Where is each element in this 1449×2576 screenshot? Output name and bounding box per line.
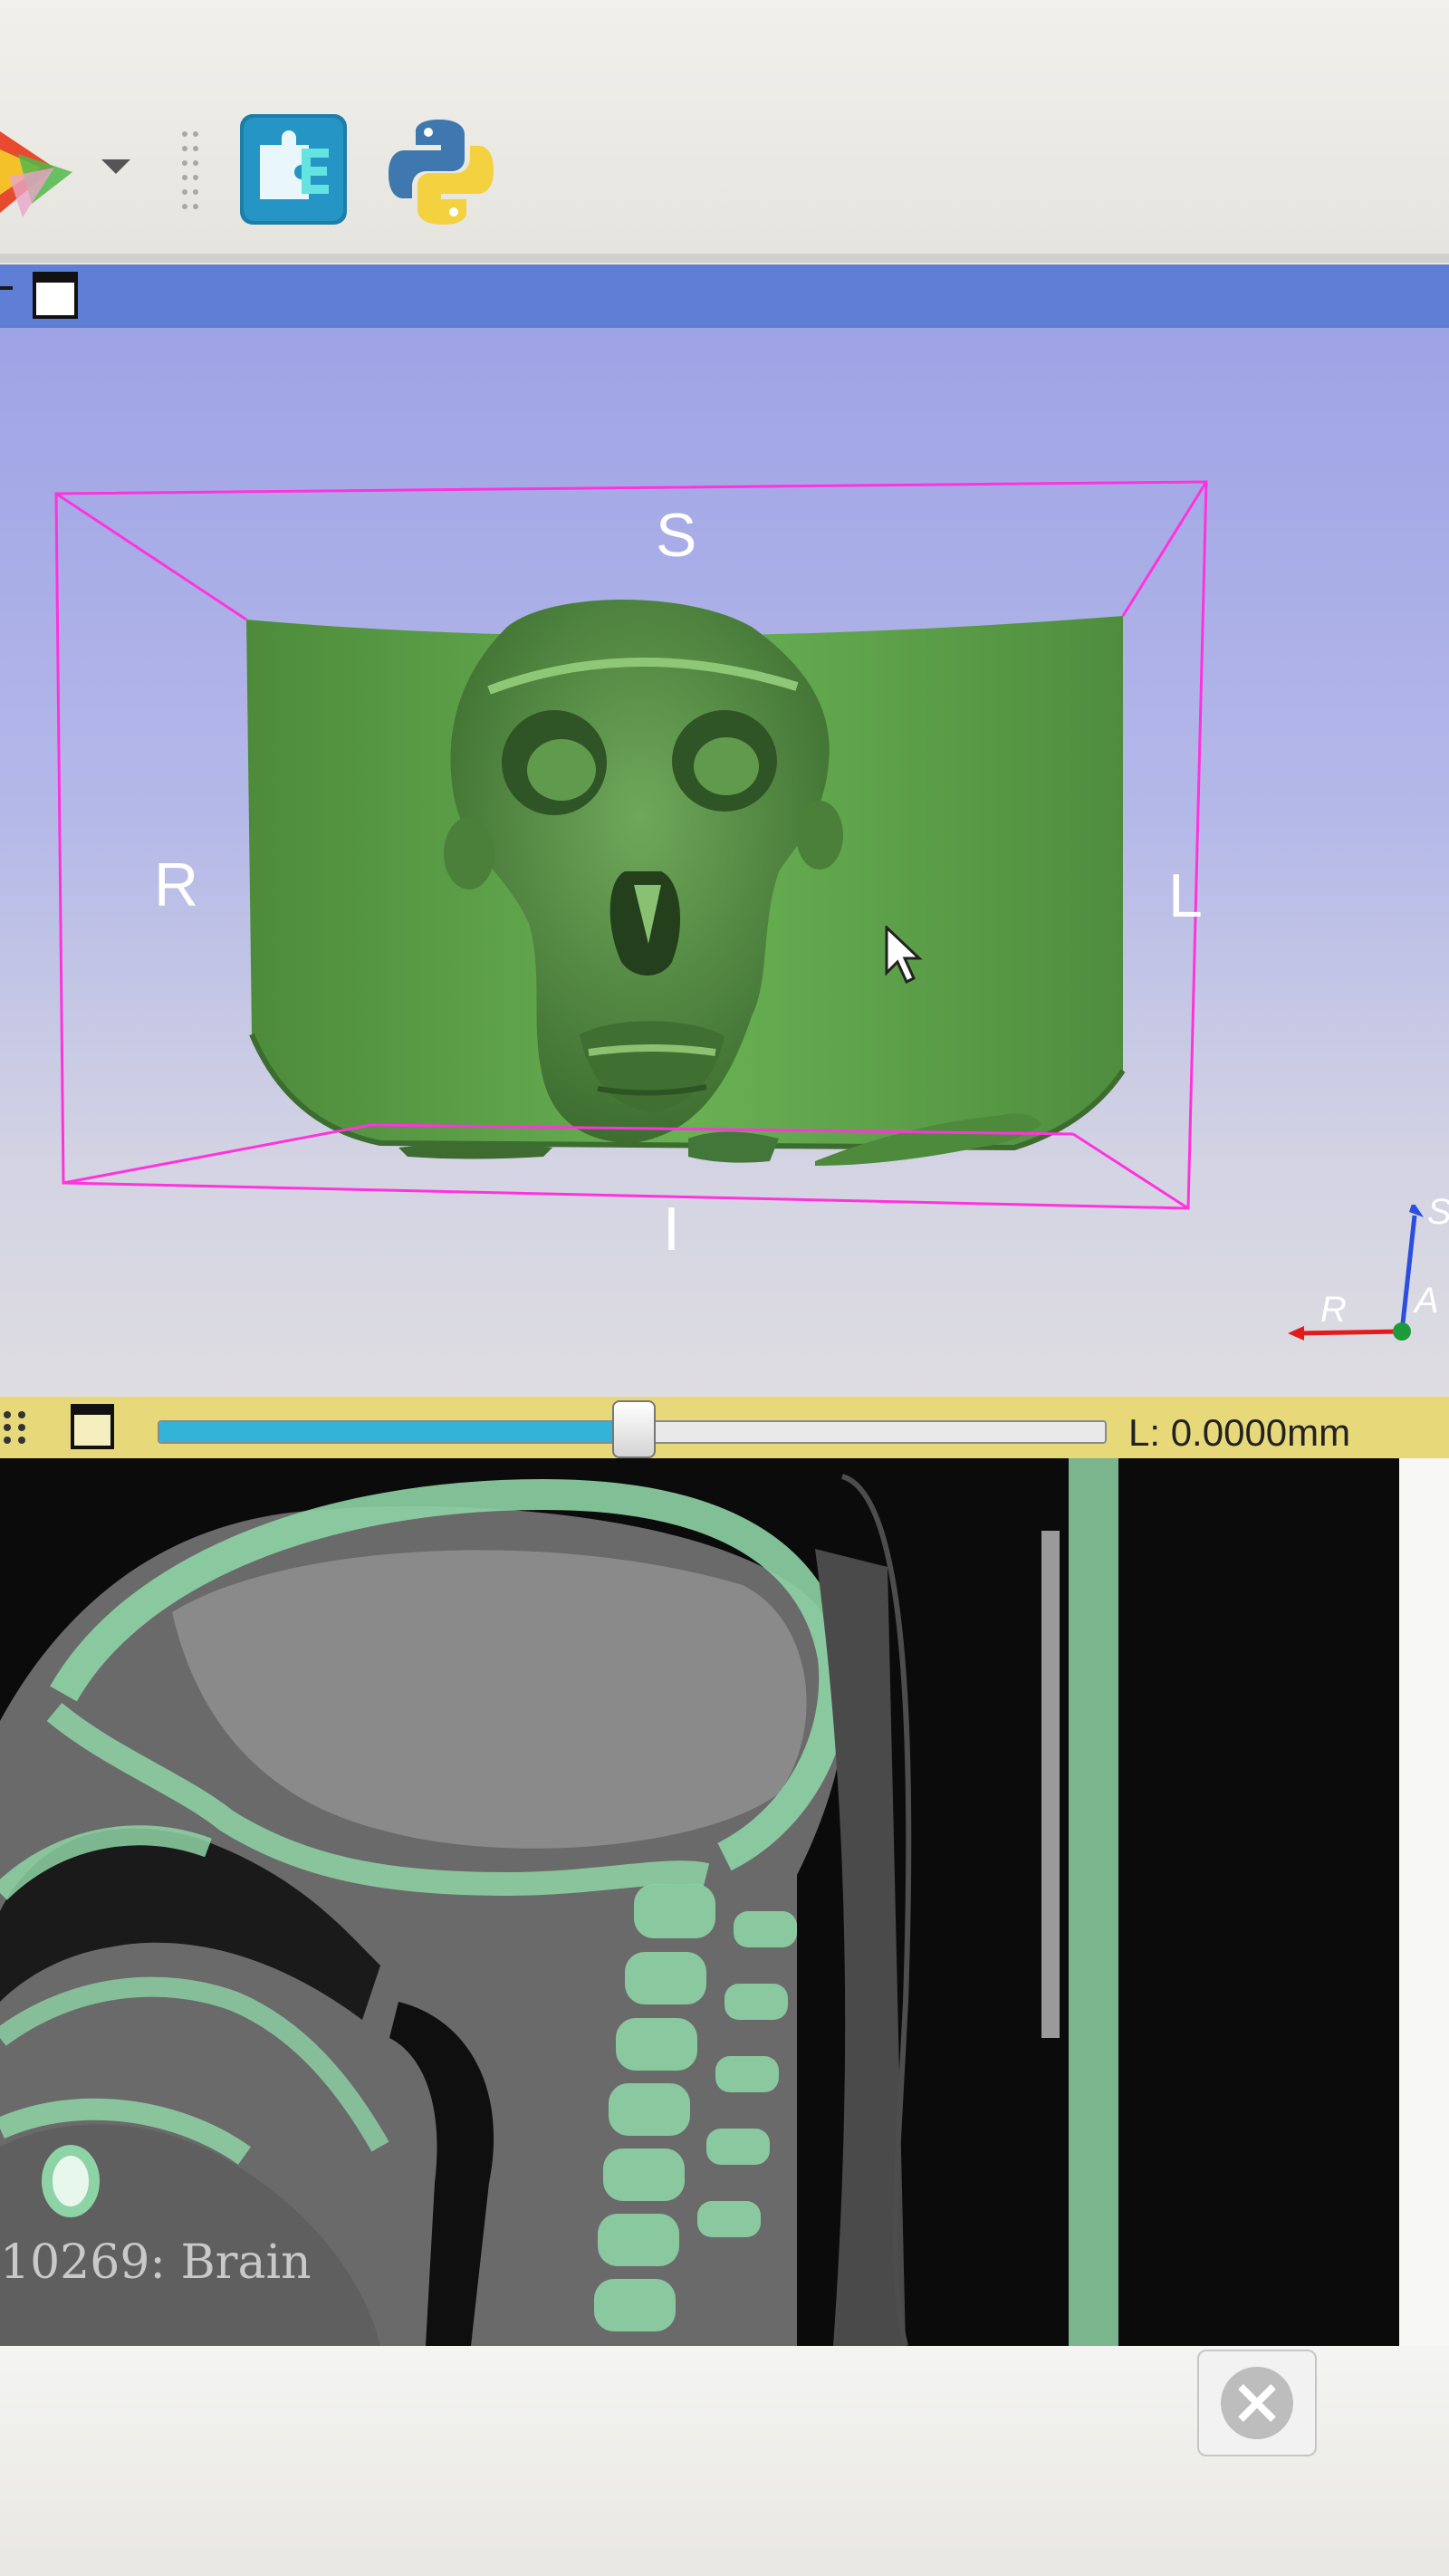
- pin-icon[interactable]: [0, 1406, 40, 1449]
- close-icon: [1221, 2367, 1293, 2439]
- sagittal-slice-view[interactable]: [0, 1458, 1399, 2346]
- python-icon[interactable]: [385, 116, 497, 228]
- toolbar-divider: [0, 254, 1449, 263]
- slider-fill: [159, 1422, 632, 1442]
- axis-label-r: R: [1320, 1290, 1347, 1330]
- close-button[interactable]: [1197, 2350, 1317, 2456]
- volume-rendering: [54, 480, 1208, 1210]
- slider-handle[interactable]: [612, 1400, 656, 1458]
- view3d-header-bar: [0, 264, 1449, 328]
- colored-shapes-icon[interactable]: [0, 113, 82, 222]
- axis-label-s: S: [1427, 1192, 1449, 1233]
- module-toolbar: [0, 0, 1449, 258]
- slice-offset-value: L: 0.0000mm: [1128, 1411, 1351, 1454]
- axis-label-a: A: [1415, 1281, 1439, 1321]
- orientation-label-superior: S: [656, 501, 697, 570]
- orientation-label-inferior: I: [663, 1195, 680, 1264]
- ct-slice-image: [0, 1458, 1399, 2346]
- mouse-cursor-icon: [885, 926, 923, 985]
- chevron-down-icon[interactable]: [98, 156, 134, 178]
- side-panel-edge: [1399, 1458, 1449, 2346]
- extensions-icon[interactable]: [240, 114, 347, 225]
- orientation-label-right: R: [154, 851, 199, 919]
- pin-icon[interactable]: [0, 272, 18, 308]
- maximize-view-icon[interactable]: [71, 1402, 116, 1451]
- orientation-label-left: L: [1168, 861, 1203, 930]
- toolbar-grip-handle[interactable]: [179, 127, 203, 214]
- segment-annotation: 10269: Brain: [0, 2235, 312, 2290]
- maximize-view-icon[interactable]: [33, 270, 80, 321]
